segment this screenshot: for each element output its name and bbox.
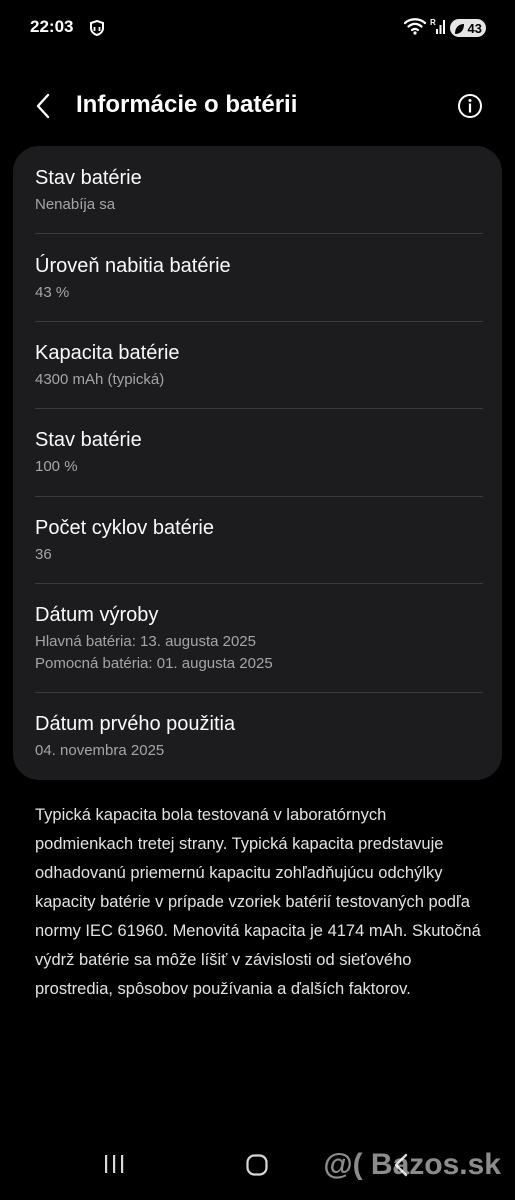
row-title: Počet cyklov batérie — [35, 517, 214, 539]
watermark: @( Bazos.sk — [323, 1148, 501, 1181]
page-title: Informácie o batérii — [76, 91, 298, 118]
capacity-footnote: Typická kapacita bola testovaná v labora… — [35, 806, 481, 998]
battery-level: 43 — [467, 20, 482, 36]
row-capacity[interactable]: Kapacita batérie 4300 mAh (typická) — [13, 321, 502, 409]
row-value: Nenabíja sa — [35, 196, 116, 213]
row-title: Dátum prvého použitia — [35, 713, 236, 735]
signal-icon: R — [430, 17, 446, 40]
status-time: 22:03 — [30, 17, 74, 36]
row-manufacture-date[interactable]: Dátum výroby Hlavná batéria: 13. augusta… — [13, 583, 502, 693]
row-title: Dátum výroby — [35, 604, 159, 626]
back-button[interactable] — [30, 92, 58, 120]
battery-saver-icon — [454, 22, 465, 34]
recents-icon — [105, 1155, 124, 1173]
row-value: 43 % — [35, 284, 70, 301]
status-bar: 22:03 R 43 — [0, 0, 515, 58]
row-value: 4300 mAh (typická) — [35, 371, 165, 388]
info-icon — [458, 94, 482, 118]
row-battery-status[interactable]: Stav batérie Nenabíja sa — [13, 146, 502, 234]
svg-text:R: R — [430, 18, 436, 27]
row-value: 04. novembra 2025 — [35, 742, 165, 759]
row-value-main: Hlavná batéria: 13. augusta 2025 — [35, 633, 256, 650]
row-title: Kapacita batérie — [35, 342, 180, 364]
recents-button[interactable] — [103, 1154, 125, 1174]
info-button[interactable] — [456, 92, 484, 120]
home-button[interactable] — [245, 1153, 269, 1177]
wifi-icon — [403, 17, 427, 40]
row-title: Úroveň nabitia batérie — [35, 255, 231, 277]
status-icons: R 43 — [403, 17, 486, 40]
row-title: Stav batérie — [35, 167, 142, 189]
row-value: 36 — [35, 546, 52, 563]
row-title: Stav batérie — [35, 429, 142, 451]
row-first-use-date[interactable]: Dátum prvého použitia 04. novembra 2025 — [13, 692, 502, 780]
shield-icon — [90, 19, 104, 37]
navigation-bar: @( Bazos.sk — [0, 1140, 515, 1200]
back-arrow-icon — [36, 93, 50, 119]
battery-info-card: Stav batérie Nenabíja sa Úroveň nabitia … — [13, 146, 502, 780]
row-value-secondary: Pomocná batéria: 01. augusta 2025 — [35, 655, 273, 672]
row-health[interactable]: Stav batérie 100 % — [13, 408, 502, 496]
app-header: Informácie o batérii — [0, 80, 515, 132]
row-charge-level[interactable]: Úroveň nabitia batérie 43 % — [13, 234, 502, 321]
home-icon — [246, 1154, 268, 1176]
battery-indicator: 43 — [450, 19, 486, 37]
row-cycle-count[interactable]: Počet cyklov batérie 36 — [13, 496, 502, 584]
row-value: 100 % — [35, 458, 78, 475]
